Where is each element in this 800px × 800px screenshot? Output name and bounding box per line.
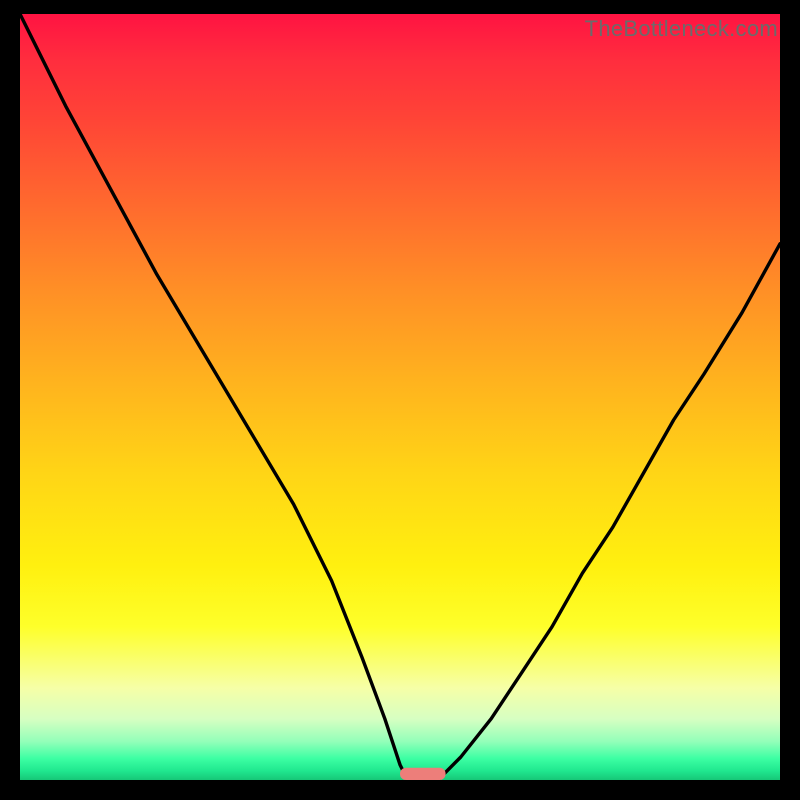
plot-area <box>20 14 780 780</box>
chart-svg <box>20 14 780 780</box>
right-curve <box>438 244 780 780</box>
chart-frame: TheBottleneck.com <box>0 0 800 800</box>
marker-pill <box>400 768 446 780</box>
left-curve <box>20 14 408 780</box>
